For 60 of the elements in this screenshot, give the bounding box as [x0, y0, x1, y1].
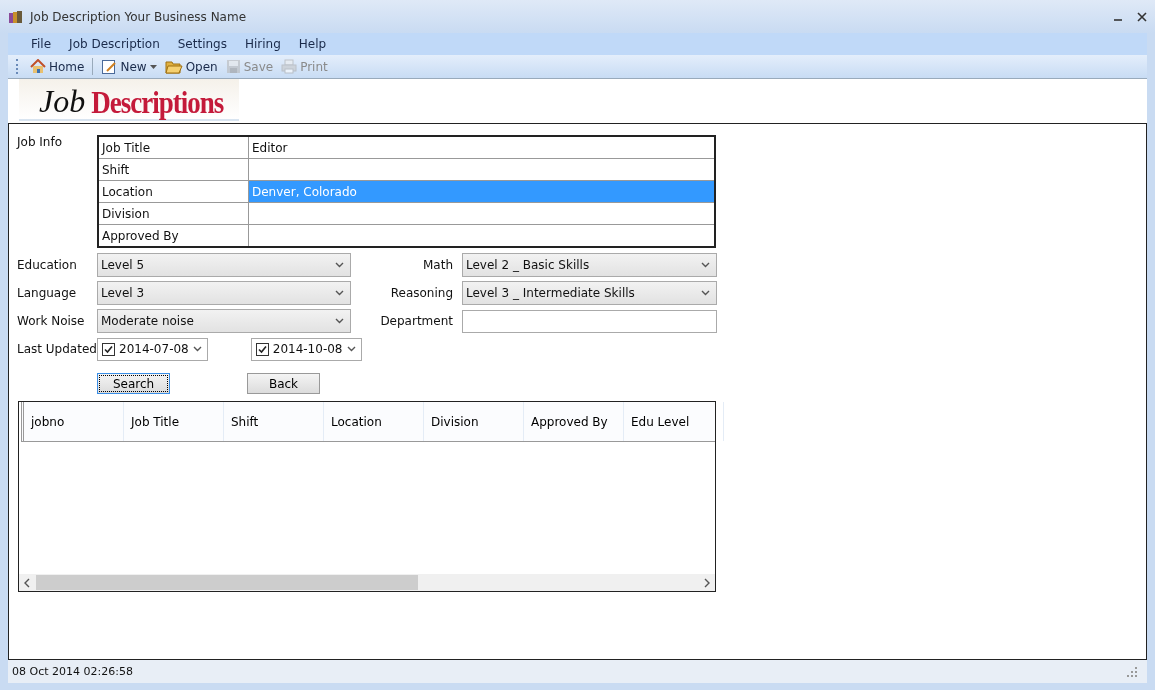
check-icon — [257, 344, 267, 354]
checkbox[interactable] — [255, 342, 269, 356]
column-header[interactable]: Approved By — [524, 402, 624, 441]
toolbar-button[interactable]: Open — [162, 59, 220, 74]
action-button[interactable]: Search — [97, 373, 170, 394]
books-icon — [8, 8, 24, 25]
column-header[interactable]: Shift — [224, 402, 324, 441]
caret-icon — [192, 346, 202, 352]
resize-grip-icon — [1127, 666, 1137, 677]
menu-item[interactable]: Hiring — [235, 37, 290, 51]
field-label: Education — [17, 258, 78, 272]
column-header[interactable]: Division — [424, 402, 524, 441]
checkbox[interactable] — [102, 342, 115, 356]
date-picker[interactable]: 2014-07-08 — [97, 337, 208, 361]
window-title: Job Description Your Business Name — [30, 9, 248, 24]
field-label: Job Info — [17, 135, 64, 149]
table-cell: Job Title — [98, 136, 249, 159]
input-field[interactable] — [462, 309, 717, 333]
menu-item[interactable]: Job Description — [60, 37, 169, 51]
menu-item[interactable]: Settings — [168, 37, 236, 51]
action-button[interactable]: Back — [247, 373, 320, 394]
toolbar-button[interactable]: New — [99, 58, 159, 75]
caret-icon — [335, 318, 344, 324]
toolbar-button[interactable]: Home — [28, 59, 87, 74]
dropdown[interactable]: Level 2 _ Basic Skills — [462, 253, 717, 277]
caret-icon — [335, 262, 344, 268]
field-label: Department — [379, 314, 454, 328]
dropdown[interactable]: Level 3 — [97, 281, 351, 305]
table-cell: Location — [98, 180, 249, 203]
field-label: Math — [421, 258, 454, 272]
field-label: Last Updated — [17, 342, 97, 356]
check-icon — [104, 344, 113, 354]
horizontal-scrollbar[interactable] — [19, 574, 715, 591]
logo-banner: Job Descriptions — [19, 79, 240, 121]
caret-icon — [346, 346, 356, 352]
close-button[interactable] — [1137, 11, 1147, 22]
caret-icon — [701, 290, 710, 296]
folder-icon — [164, 59, 183, 74]
table-cell: Division — [98, 202, 249, 225]
column-header[interactable]: Edu Level — [624, 402, 724, 441]
field-label: Reasoning — [389, 286, 454, 300]
menu-item[interactable]: Help — [289, 37, 336, 51]
status-text: 08 Oct 2014 02:26:58 — [12, 665, 133, 678]
table-cell: Shift — [98, 158, 249, 181]
house-icon — [30, 59, 46, 74]
column-header[interactable]: Job Title — [124, 402, 224, 441]
dropdown[interactable]: Level 3 _ Intermediate Skills — [462, 281, 717, 305]
caret-icon — [335, 290, 344, 296]
menu-item[interactable]: File — [22, 37, 61, 51]
dropdown[interactable]: Level 5 — [97, 253, 351, 277]
page-pencil-icon — [101, 58, 118, 75]
printer-icon — [281, 59, 298, 74]
dropdown[interactable]: Moderate noise — [97, 309, 351, 333]
field-label: Language — [17, 286, 78, 300]
column-header[interactable]: jobno — [24, 402, 124, 441]
field-label: Work Noise — [17, 314, 86, 328]
caret-icon — [701, 262, 710, 268]
caret-icon — [149, 64, 157, 69]
date-picker[interactable]: 2014-10-08 — [250, 337, 362, 361]
column-header[interactable]: Location — [324, 402, 424, 441]
